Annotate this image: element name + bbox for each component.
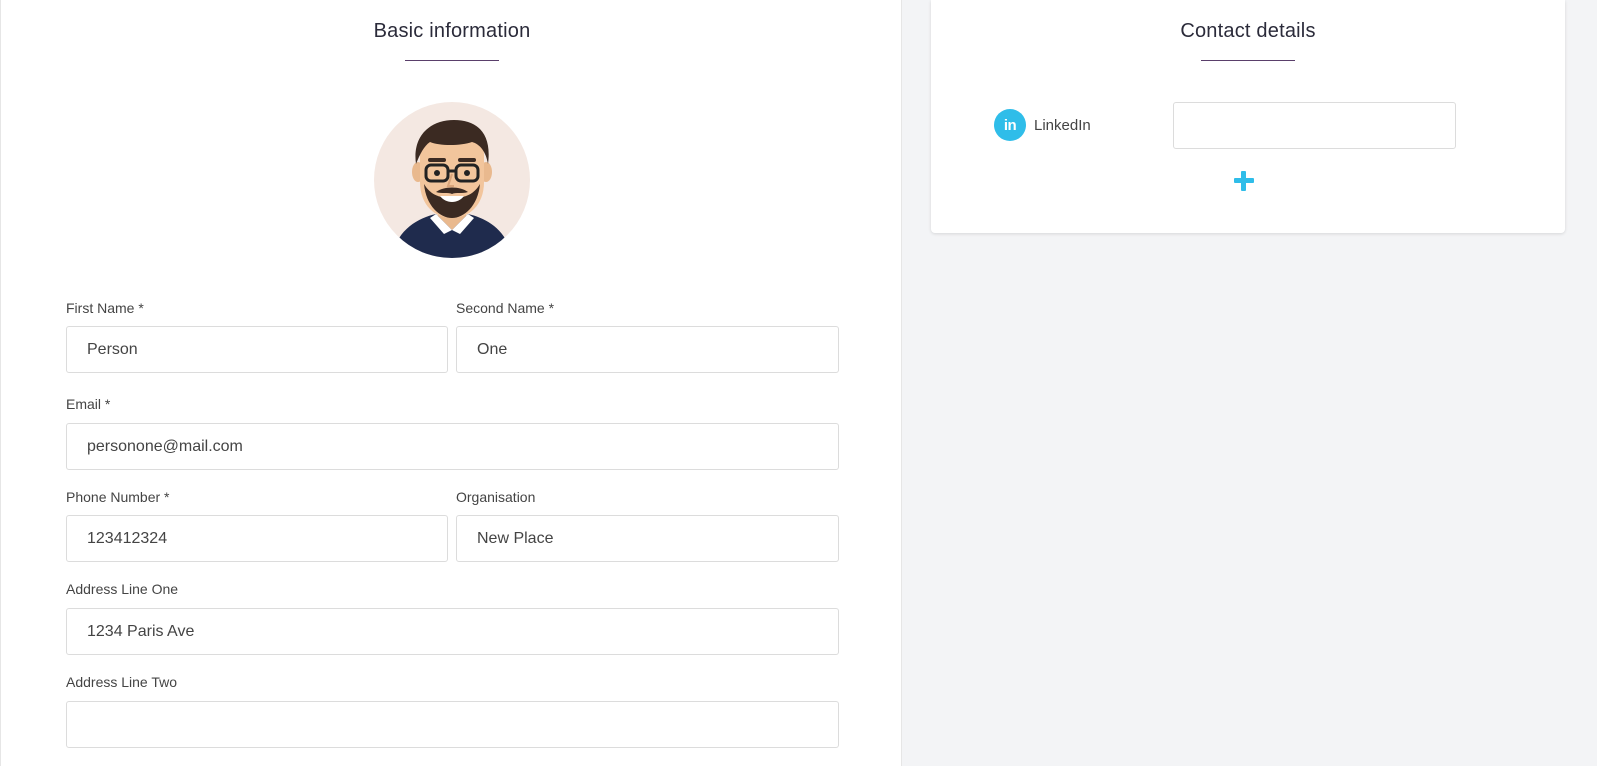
linkedin-icon: in — [994, 109, 1026, 141]
contact-details-title: Contact details — [1180, 20, 1316, 42]
first-name-label: First Name * — [66, 300, 144, 316]
social-row-linkedin: in LinkedIn — [994, 109, 1091, 141]
address-line-one-label: Address Line One — [66, 581, 179, 597]
basic-information-panel: Basic information First Name * Person Se… — [0, 0, 902, 766]
organisation-label: Organisation — [456, 489, 536, 505]
email-input[interactable] — [66, 423, 839, 470]
title-underline — [1201, 60, 1295, 61]
organisation-input[interactable] — [456, 515, 839, 562]
address-line-two-label: Address Line Two — [66, 674, 178, 690]
title-underline — [405, 60, 499, 61]
address-line-two-input[interactable] — [66, 701, 839, 748]
second-name-input[interactable] — [456, 326, 839, 373]
page: Basic information First Name * Person Se… — [0, 0, 1597, 766]
contact-details-panel: Contact details in LinkedIn — [931, 0, 1565, 233]
email-label: Email * — [66, 396, 111, 412]
add-contact-button[interactable] — [1233, 170, 1255, 192]
phone-number-input[interactable] — [66, 515, 448, 562]
avatar[interactable] — [374, 102, 530, 258]
basic-information-title: Basic information — [373, 20, 531, 42]
second-name-label: Second Name * — [456, 300, 555, 316]
linkedin-input[interactable] — [1173, 102, 1456, 149]
address-line-one-input[interactable] — [66, 608, 839, 655]
linkedin-label: LinkedIn — [1034, 116, 1091, 134]
first-name-input[interactable] — [66, 326, 448, 373]
phone-number-label: Phone Number * — [66, 489, 170, 505]
avatar-man-glasses-icon — [392, 120, 512, 258]
